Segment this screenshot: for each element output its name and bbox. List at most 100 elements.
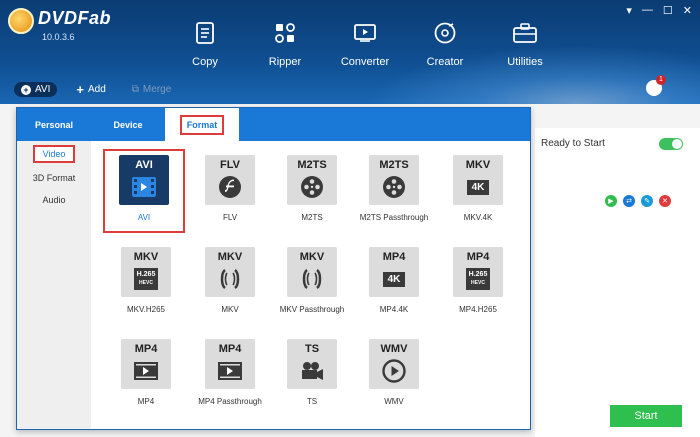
- tab-device[interactable]: Device: [91, 108, 165, 141]
- window-controls: ▾ — ☐ ✕: [626, 4, 692, 17]
- edit-icon[interactable]: ✎: [641, 195, 653, 207]
- side-item-video[interactable]: Video: [17, 145, 91, 163]
- format-m2ts-passthrough[interactable]: M2TS M2TS Passthrough: [353, 155, 435, 222]
- task-count-badge: 1: [656, 75, 666, 85]
- nav-creator[interactable]: Creator: [405, 20, 485, 68]
- profile-button[interactable]: + AVI: [14, 82, 58, 97]
- header-bar: DVDFab 10.0.3.6 ▾ — ☐ ✕ Copy Ripper Conv…: [0, 0, 700, 104]
- copy-icon: [191, 20, 219, 46]
- tile-title: MP4: [134, 343, 158, 355]
- format-label: M2TS: [301, 213, 323, 222]
- play-circle-icon: [380, 359, 408, 383]
- format-mkv-passthrough[interactable]: MKV MKV Passthrough: [271, 247, 353, 314]
- format-ts[interactable]: TS TS: [271, 339, 353, 406]
- hevc-chip-text: HEVC: [139, 280, 153, 286]
- nav-utilities-label: Utilities: [507, 56, 543, 68]
- side-item-3d-format[interactable]: 3D Format: [17, 173, 91, 183]
- menu-dropdown-icon[interactable]: ▾: [626, 4, 632, 17]
- format-tile: M2TS: [369, 155, 419, 205]
- format-m2ts[interactable]: M2TS M2TS: [271, 155, 353, 222]
- format-tile: MKV: [287, 247, 337, 297]
- tab-personal[interactable]: Personal: [17, 108, 91, 141]
- format-tile: TS: [287, 339, 337, 389]
- tab-format[interactable]: Format: [165, 108, 239, 141]
- format-tile: WMV: [369, 339, 419, 389]
- tile-title: WMV: [380, 343, 408, 355]
- 4k-chip-icon: 4K: [380, 267, 408, 291]
- format-wmv[interactable]: WMV WMV: [353, 339, 435, 406]
- format-flv[interactable]: FLV FLV: [189, 155, 271, 222]
- format-tile: MP4: [121, 339, 171, 389]
- share-icon[interactable]: ⇄: [623, 195, 635, 207]
- tile-title: MKV: [299, 251, 325, 263]
- profile-label: AVI: [35, 84, 51, 95]
- format-mp4[interactable]: MP4 MP4: [105, 339, 187, 406]
- nav-converter-label: Converter: [340, 56, 390, 68]
- remove-icon[interactable]: ✕: [659, 195, 671, 207]
- matroska-icon: [216, 267, 244, 291]
- format-mp4-4k[interactable]: MP4 4K MP4.4K: [353, 247, 435, 314]
- tile-title: MP4: [382, 251, 406, 263]
- add-button[interactable]: + Add: [69, 80, 112, 99]
- tile-title: M2TS: [297, 159, 327, 171]
- side-item-audio[interactable]: Audio: [17, 195, 91, 205]
- matroska-icon: [298, 267, 326, 291]
- app-logo: DVDFab 10.0.3.6: [8, 8, 111, 42]
- format-label: M2TS Passthrough: [359, 213, 429, 222]
- format-grid: AVI AVI FLV FLV M2TS M2TS M2TS M2TS Pass…: [91, 141, 531, 429]
- format-mp4-passthrough[interactable]: MP4 MP4 Passthrough: [189, 339, 271, 406]
- format-mkv[interactable]: MKV MKV: [189, 247, 271, 314]
- toolbar: + AVI + Add ⧉ Merge: [14, 80, 178, 99]
- format-tile: MKV 4K: [453, 155, 503, 205]
- tile-title: AVI: [135, 159, 153, 171]
- close-icon[interactable]: ✕: [683, 4, 692, 17]
- minimize-icon[interactable]: —: [642, 4, 653, 17]
- format-mkv-h265[interactable]: MKV H.265 HEVC MKV.H265: [105, 247, 187, 314]
- format-label: MKV: [221, 305, 239, 314]
- nav-ripper[interactable]: Ripper: [245, 20, 325, 68]
- format-tile: MKV: [205, 247, 255, 297]
- format-tile: MP4 4K: [369, 247, 419, 297]
- format-mp4-h265[interactable]: MP4 H.265 HEVC MP4.H265: [437, 247, 519, 314]
- tile-title: TS: [304, 343, 320, 355]
- format-tile: MKV H.265 HEVC: [121, 247, 171, 297]
- format-label: TS: [306, 397, 318, 406]
- format-tile: AVI: [119, 155, 169, 205]
- merge-button[interactable]: ⧉ Merge: [125, 82, 179, 97]
- format-label: MP4 Passthrough: [198, 397, 262, 406]
- dvdfab-window: DVDFab 10.0.3.6 ▾ — ☐ ✕ Copy Ripper Conv…: [0, 0, 700, 437]
- profile-popup: Personal Device Format Video 3D Format A…: [16, 107, 531, 430]
- plus-icon: +: [76, 82, 84, 97]
- 4k-chip: 4K: [466, 179, 490, 195]
- start-button[interactable]: Start: [610, 405, 682, 427]
- 4k-chip: 4K: [382, 271, 406, 287]
- format-label: MP4: [137, 397, 155, 406]
- status-text: Ready to Start: [541, 138, 605, 149]
- ready-toggle[interactable]: [659, 138, 683, 150]
- h265-chip-text: H.265: [468, 271, 488, 278]
- h265-chip-icon: H.265 HEVC: [464, 267, 492, 291]
- converter-icon: [351, 20, 379, 46]
- format-avi[interactable]: AVI AVI: [103, 149, 185, 233]
- film-reel-icon: [380, 175, 408, 199]
- nav-utilities[interactable]: Utilities: [485, 20, 565, 68]
- nav-converter[interactable]: Converter: [325, 20, 405, 68]
- format-label: MKV.4K: [463, 213, 493, 222]
- add-label: Add: [87, 84, 106, 95]
- task-row-actions: ▶ ⇄ ✎ ✕: [605, 195, 671, 207]
- popup-tab-bar: Personal Device Format: [17, 108, 530, 141]
- plus-circle-icon: +: [21, 84, 31, 95]
- play-icon[interactable]: ▶: [605, 195, 617, 207]
- tile-title: MKV: [133, 251, 159, 263]
- tile-title: MP4: [218, 343, 242, 355]
- format-label: MKV.H265: [127, 305, 165, 314]
- nav-copy-label: Copy: [192, 56, 218, 68]
- task-panel: Ready to Start ▶ ⇄ ✎ ✕ Start: [535, 128, 700, 437]
- format-mkv-4k[interactable]: MKV 4K MKV.4K: [437, 155, 519, 222]
- tab-format-label: Format: [179, 114, 225, 135]
- nav-copy[interactable]: Copy: [165, 20, 245, 68]
- format-tile: M2TS: [287, 155, 337, 205]
- maximize-icon[interactable]: ☐: [663, 4, 673, 17]
- h265-chip: H.265 HEVC: [465, 268, 491, 290]
- merge-icon: ⧉: [131, 84, 139, 95]
